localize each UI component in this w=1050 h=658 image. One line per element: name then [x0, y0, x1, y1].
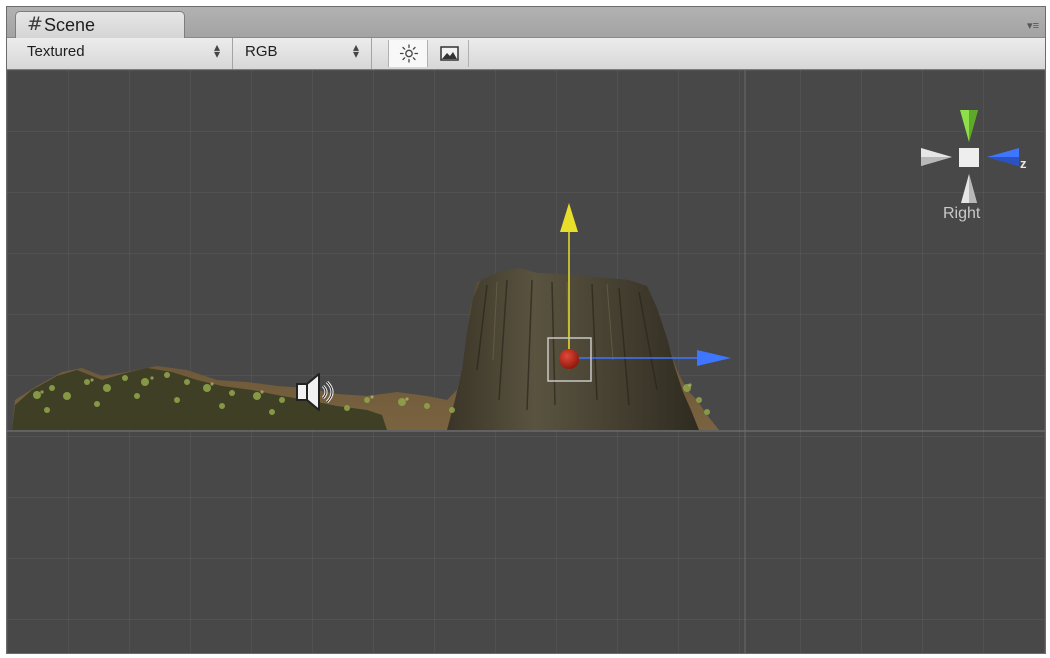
- render-mode-value: Textured: [27, 43, 85, 60]
- updown-arrows-icon: ▴ ▾: [213, 40, 220, 61]
- scene-overlay-toggle[interactable]: [429, 40, 469, 67]
- scene-window: # Scene ▾≡ Textured ▴ ▾ RGB ▴ ▾ Right z: [6, 6, 1046, 654]
- channel-value: RGB: [245, 43, 278, 60]
- scene-lighting-toggle[interactable]: [388, 40, 428, 67]
- tab-scene[interactable]: # Scene: [15, 11, 185, 39]
- gizmo-view-label[interactable]: Right: [943, 205, 980, 223]
- scene-viewport[interactable]: Right z: [7, 70, 1045, 653]
- channel-dropdown[interactable]: RGB ▴ ▾: [233, 38, 372, 69]
- terrain-volcano: [12, 268, 719, 430]
- image-icon: [440, 46, 459, 61]
- panel-menu-icon[interactable]: ▾≡: [1027, 19, 1039, 32]
- render-mode-dropdown[interactable]: Textured ▴ ▾: [15, 38, 233, 69]
- updown-arrows-icon: ▴ ▾: [352, 40, 359, 61]
- tab-bar: # Scene ▾≡: [7, 7, 1045, 39]
- orientation-gizmo: [921, 110, 1019, 203]
- gizmo-axis-label: z: [1020, 156, 1027, 171]
- scene-render: [7, 70, 1045, 653]
- scene-toolbar: Textured ▴ ▾ RGB ▴ ▾: [7, 38, 1045, 70]
- sun-icon: [399, 44, 419, 63]
- grid-hash-icon: #: [27, 13, 43, 35]
- tab-scene-label: Scene: [44, 15, 96, 35]
